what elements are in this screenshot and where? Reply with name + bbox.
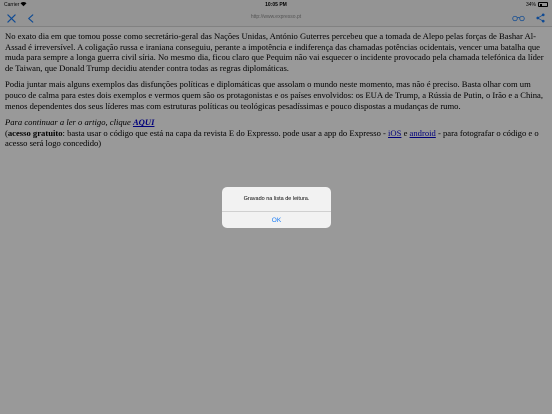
ok-button[interactable]: OK	[222, 212, 331, 228]
reading-list-alert: Gravado na lista de leitura. OK	[222, 187, 331, 228]
alert-message: Gravado na lista de leitura.	[243, 196, 310, 202]
